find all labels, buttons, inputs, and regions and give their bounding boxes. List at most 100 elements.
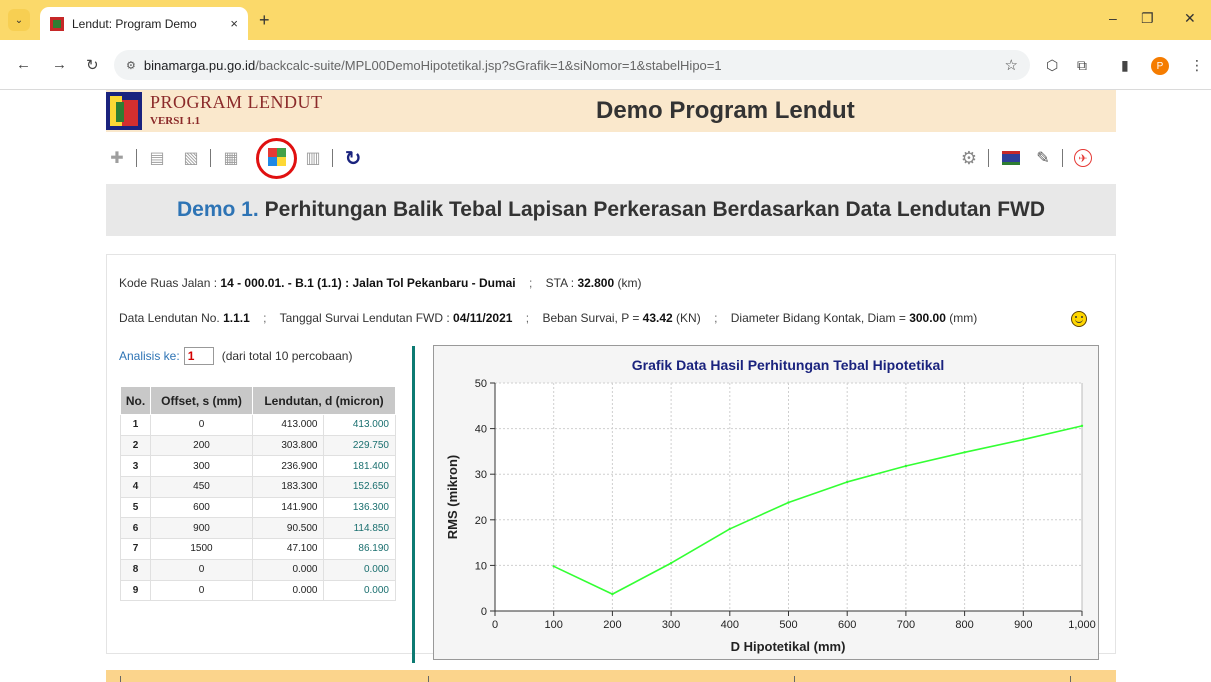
table-icon[interactable]: ▦ [220, 147, 242, 169]
info-line-road: Kode Ruas Jalan : 14 - 000.01. - B.1 (1.… [119, 276, 642, 290]
cell-no: 9 [120, 579, 151, 602]
x-tick-label: 0 [492, 619, 498, 631]
demo-number: Demo 1. [176, 198, 259, 221]
extensions-puzzle-icon[interactable]: ⧉ [1077, 57, 1087, 74]
rms-chart: 0 100 200 300 400 500 600 700 800 900 1,000 0 10 20 30… [433, 345, 1099, 660]
beban-value: 43.42 [642, 311, 673, 325]
series-point [963, 451, 966, 454]
series-point [1022, 438, 1025, 441]
col-lendutan: Lendutan, d (micron) [252, 386, 396, 415]
browser-menu-icon[interactable]: ⋮ [1190, 57, 1204, 74]
app-header: PROGRAM LENDUT VERSI 1.1 Demo Program Le… [106, 90, 1116, 132]
cell-d: 303.800 [251, 434, 325, 457]
series-point [611, 592, 614, 596]
diameter-value: 300.00 [909, 311, 946, 325]
tab-title: Lendut: Program Demo [72, 16, 197, 31]
cell-offset: 200 [150, 434, 253, 457]
cell-d: 413.000 [251, 414, 325, 436]
data-lendutan-value: 1.1.1 [223, 311, 250, 325]
cell-dh: 136.300 [323, 496, 396, 519]
cell-d: 183.300 [251, 476, 325, 498]
sta-value: 32.800 [577, 276, 615, 290]
url-text: binamarga.pu.go.id/backcalc-suite/MPL00D… [143, 57, 722, 73]
table-row: 9 0 0.000 0.000 [120, 579, 396, 602]
extension-shield-icon[interactable]: ⬡ [1046, 57, 1058, 74]
analisis-input[interactable] [183, 347, 214, 365]
profile-avatar[interactable]: P [1151, 57, 1169, 75]
deflection-table: No. Offset, s (mm) Lendutan, d (micron) … [120, 386, 396, 602]
back-icon[interactable]: ← [16, 56, 31, 73]
cell-d: 0.000 [251, 558, 325, 581]
kode-ruas-value: 14 - 000.01. - B.1 (1.1) : Jalan Tol Pek… [220, 276, 516, 290]
tab-close-icon[interactable]: × [230, 16, 238, 31]
series-point [728, 527, 731, 531]
cell-offset: 0 [150, 579, 253, 602]
series-point [1080, 424, 1084, 428]
cell-offset: 600 [150, 496, 253, 519]
cell-offset: 0 [150, 558, 253, 581]
series-point [904, 464, 908, 468]
cell-dh: 0.000 [323, 558, 396, 581]
y-axis-title: RMS (mikron) [445, 455, 460, 540]
url-input[interactable]: ⚙ binamarga.pu.go.id/backcalc-suite/MPL0… [114, 50, 1030, 80]
cell-dh: 86.190 [323, 538, 396, 560]
x-tick-label: 500 [779, 619, 797, 631]
grid-table-icon[interactable]: ▥ [302, 147, 324, 169]
run-icon[interactable]: ✈ [1072, 147, 1094, 169]
analisis-suffix: (dari total 10 percobaan) [221, 349, 353, 363]
export-excel-icon[interactable]: ▤ [146, 147, 168, 169]
col-no: No. [120, 386, 151, 415]
add-icon[interactable]: ✚ [106, 147, 128, 169]
program-lendut-logo [106, 92, 142, 130]
site-settings-icon[interactable]: ⚙ [126, 59, 136, 72]
refresh-icon[interactable]: ↻ [342, 147, 364, 170]
x-tick-label: 800 [955, 619, 973, 631]
table-row: 2 200 303.800 229.750 [120, 434, 396, 457]
side-panel-icon[interactable]: ▮ [1121, 57, 1129, 74]
x-tick-label: 300 [662, 619, 680, 631]
film-icon[interactable] [1000, 147, 1022, 169]
restore-icon[interactable]: ❐ [1141, 10, 1154, 27]
export-doc-icon[interactable]: ▧ [180, 147, 202, 169]
cell-d: 47.100 [251, 538, 325, 560]
tab-search-icon[interactable]: ⌄ [8, 9, 30, 31]
pen-icon[interactable]: ✎ [1032, 147, 1054, 169]
rms-chart-svg: 0 100 200 300 400 500 600 700 800 900 1,000 0 10 20 30… [445, 357, 1096, 654]
series-point [846, 480, 849, 484]
x-tick-label: 400 [721, 619, 739, 631]
address-bar-row: ← → ↻ ⚙ binamarga.pu.go.id/backcalc-suit… [0, 40, 1211, 90]
cell-offset: 900 [150, 517, 253, 540]
table-row: 4 450 183.300 152.650 [120, 476, 396, 498]
reload-icon[interactable]: ↻ [86, 56, 99, 74]
footer-bar [106, 670, 1116, 682]
cell-offset: 0 [150, 414, 253, 436]
analisis-row: Analisis ke: (dari total 10 percobaan) [119, 347, 352, 365]
cell-no: 2 [120, 434, 151, 457]
series-point [787, 501, 790, 504]
cell-no: 3 [120, 455, 151, 478]
new-tab-button[interactable]: + [259, 10, 270, 31]
bookmark-star-icon[interactable]: ☆ [1005, 56, 1018, 74]
divider-line [412, 346, 415, 663]
settings-gear-icon[interactable]: ⚙ [958, 147, 980, 169]
browser-tab[interactable]: Lendut: Program Demo × [40, 7, 248, 40]
window-close-icon[interactable]: ✕ [1184, 10, 1196, 27]
demo-title: Perhitungan Balik Tebal Lapisan Perkeras… [264, 198, 1046, 221]
cell-d: 0.000 [251, 579, 325, 602]
table-row: 1 0 413.000 413.000 [120, 414, 396, 436]
cell-dh: 181.400 [323, 455, 396, 478]
cell-offset: 1500 [150, 538, 253, 560]
smiley-icon[interactable] [1071, 311, 1087, 327]
cell-d: 236.900 [251, 455, 325, 478]
chart-icon[interactable] [266, 146, 288, 168]
minimize-icon[interactable]: – [1109, 10, 1117, 26]
demo-banner: Demo 1. Perhitungan Balik Tebal Lapisan … [106, 184, 1116, 236]
cell-d: 90.500 [251, 517, 325, 540]
cell-no: 8 [120, 558, 151, 581]
favicon-icon [50, 16, 64, 31]
cell-no: 4 [120, 476, 151, 498]
cell-dh: 0.000 [323, 579, 396, 602]
table-row: 7 1500 47.100 86.190 [120, 538, 396, 560]
cell-dh: 413.000 [323, 414, 396, 436]
forward-icon[interactable]: → [52, 56, 67, 73]
